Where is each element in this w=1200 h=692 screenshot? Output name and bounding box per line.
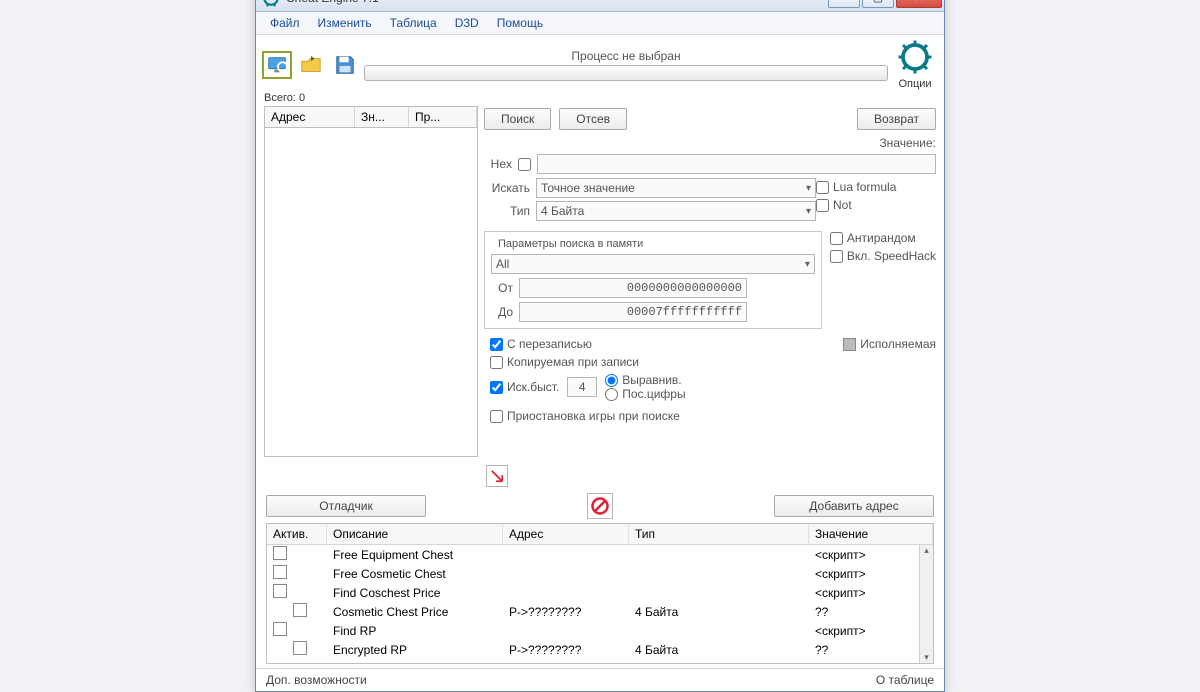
undo-scan-button[interactable]: Возврат bbox=[857, 108, 936, 130]
table-row[interactable]: Find Coschest Price <скрипт> bbox=[267, 583, 919, 602]
range-to-input[interactable] bbox=[519, 302, 747, 322]
table-row[interactable]: Free Equipment Chest <скрипт> bbox=[267, 545, 919, 564]
menubar: Файл Изменить Таблица D3D Помощь bbox=[256, 12, 944, 35]
scan-type-label: Искать bbox=[484, 181, 530, 195]
value-label: Значение: bbox=[484, 136, 936, 150]
value-type-label: Тип bbox=[484, 204, 530, 218]
range-from-input[interactable] bbox=[519, 278, 747, 298]
row-desc: Find RP bbox=[333, 624, 509, 638]
row-active-checkbox[interactable] bbox=[293, 603, 307, 617]
row-desc: Cosmetic Chest Price bbox=[333, 605, 509, 619]
table-row[interactable]: Cosmetic Chest Price P->???????? 4 Байта… bbox=[267, 602, 919, 621]
col-address[interactable]: Адрес bbox=[265, 107, 355, 127]
alignment-radio[interactable] bbox=[605, 374, 618, 387]
fastscan-value[interactable] bbox=[567, 377, 597, 397]
lastdigits-radio[interactable] bbox=[605, 388, 618, 401]
table-row[interactable]: Encrypted RP P->???????? 4 Байта ?? bbox=[267, 640, 919, 659]
menu-table[interactable]: Таблица bbox=[382, 14, 445, 32]
titlebar[interactable]: Cheat Engine 7.1 — ▢ ✕ bbox=[256, 0, 944, 12]
row-active-checkbox[interactable] bbox=[293, 641, 307, 655]
table-row[interactable]: Free Cosmetic Chest <скрипт> bbox=[267, 564, 919, 583]
memory-region-combo[interactable]: All bbox=[491, 254, 815, 274]
open-file-button[interactable] bbox=[296, 51, 326, 79]
writable-checkbox[interactable] bbox=[490, 338, 503, 351]
menu-file[interactable]: Файл bbox=[262, 14, 308, 32]
row-value: <скрипт> bbox=[815, 548, 913, 562]
scan-value-input[interactable] bbox=[537, 154, 936, 174]
table-row[interactable]: Find RP <скрипт> bbox=[267, 621, 919, 640]
process-label: Процесс не выбран bbox=[364, 49, 888, 63]
row-active-checkbox[interactable] bbox=[273, 565, 287, 579]
maximize-button[interactable]: ▢ bbox=[862, 0, 894, 8]
options-label[interactable]: Опции bbox=[892, 78, 938, 90]
row-value: <скрипт> bbox=[815, 624, 913, 638]
toolbar: Процесс не выбран Опции bbox=[256, 35, 944, 92]
next-scan-button[interactable]: Отсев bbox=[559, 108, 627, 130]
window-title: Cheat Engine 7.1 bbox=[286, 0, 828, 5]
debugger-button[interactable]: Отладчик bbox=[266, 495, 426, 517]
row-value: ?? bbox=[815, 643, 913, 657]
row-active-checkbox[interactable] bbox=[273, 584, 287, 598]
first-scan-button[interactable]: Поиск bbox=[484, 108, 551, 130]
scan-type-combo[interactable]: Точное значение bbox=[536, 178, 816, 198]
row-value: <скрипт> bbox=[815, 586, 913, 600]
row-value: ?? bbox=[815, 605, 913, 619]
results-header: Адрес Зн... Пр... bbox=[264, 106, 478, 127]
not-checkbox[interactable] bbox=[816, 199, 829, 212]
hex-label: Hex bbox=[484, 157, 512, 171]
app-icon bbox=[262, 0, 280, 7]
add-address-button[interactable]: Добавить адрес bbox=[774, 495, 934, 517]
menu-help[interactable]: Помощь bbox=[489, 14, 551, 32]
pause-game-checkbox[interactable] bbox=[490, 410, 503, 423]
executable-checkbox[interactable] bbox=[843, 338, 856, 351]
row-addr: P->???????? bbox=[509, 605, 635, 619]
to-label: До bbox=[491, 305, 513, 319]
app-window: Cheat Engine 7.1 — ▢ ✕ Файл Изменить Таб… bbox=[255, 0, 945, 692]
row-type: 4 Байта bbox=[635, 643, 815, 657]
th-active[interactable]: Актив. bbox=[267, 524, 327, 544]
results-list[interactable] bbox=[264, 127, 478, 457]
th-desc[interactable]: Описание bbox=[327, 524, 503, 544]
speedhack-checkbox[interactable] bbox=[830, 250, 843, 263]
row-desc: Find Coschest Price bbox=[333, 586, 509, 600]
row-active-checkbox[interactable] bbox=[273, 546, 287, 560]
lua-formula-checkbox[interactable] bbox=[816, 181, 829, 194]
value-type-combo[interactable]: 4 Байта bbox=[536, 201, 816, 221]
status-advanced[interactable]: Доп. возможности bbox=[266, 673, 367, 687]
status-about-table[interactable]: О таблице bbox=[876, 673, 934, 687]
col-value[interactable]: Зн... bbox=[355, 107, 409, 127]
minimize-button[interactable]: — bbox=[828, 0, 860, 8]
ce-logo-icon[interactable] bbox=[892, 39, 938, 78]
close-button[interactable]: ✕ bbox=[896, 0, 942, 8]
th-type[interactable]: Тип bbox=[629, 524, 809, 544]
progress-bar bbox=[364, 65, 888, 81]
row-desc: Free Cosmetic Chest bbox=[333, 567, 509, 581]
save-button[interactable] bbox=[330, 51, 360, 79]
row-desc: Free Equipment Chest bbox=[333, 548, 509, 562]
row-value: <скрипт> bbox=[815, 567, 913, 581]
from-label: От bbox=[491, 281, 513, 295]
found-count: Всего: 0 bbox=[256, 92, 944, 106]
hex-checkbox[interactable] bbox=[518, 158, 531, 171]
clear-list-button[interactable] bbox=[587, 493, 613, 519]
menu-d3d[interactable]: D3D bbox=[447, 14, 487, 32]
row-active-checkbox[interactable] bbox=[273, 622, 287, 636]
copy-on-write-checkbox[interactable] bbox=[490, 356, 503, 369]
menu-edit[interactable]: Изменить bbox=[310, 14, 380, 32]
row-type: 4 Байта bbox=[635, 605, 815, 619]
row-addr: P->???????? bbox=[509, 643, 635, 657]
open-process-button[interactable] bbox=[262, 51, 292, 79]
table-scrollbar[interactable]: ▴▾ bbox=[919, 545, 933, 663]
antirandom-checkbox[interactable] bbox=[830, 232, 843, 245]
fastscan-checkbox[interactable] bbox=[490, 381, 503, 394]
row-desc: Encrypted RP bbox=[333, 643, 509, 657]
add-to-list-button[interactable] bbox=[486, 465, 508, 487]
th-addr[interactable]: Адрес bbox=[503, 524, 629, 544]
address-table: Актив. Описание Адрес Тип Значение Free … bbox=[266, 523, 934, 664]
memory-legend: Параметры поиска в памяти bbox=[495, 238, 646, 250]
th-value[interactable]: Значение bbox=[809, 524, 933, 544]
col-prev[interactable]: Пр... bbox=[409, 107, 477, 127]
